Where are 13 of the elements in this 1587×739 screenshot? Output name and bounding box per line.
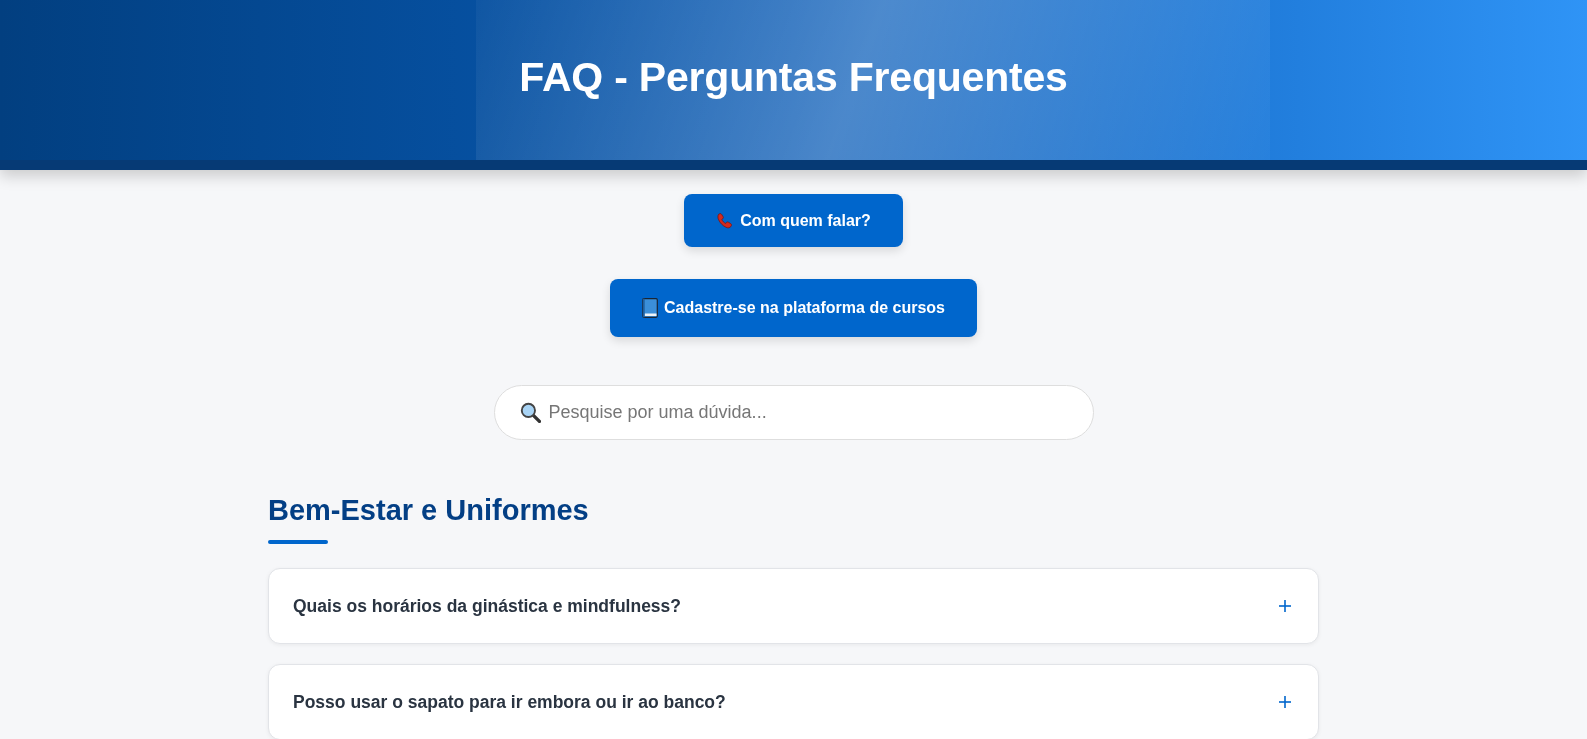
faq-item[interactable]: Posso usar o sapato para ir embora ou ir ao banco? <box>268 664 1319 739</box>
faq-question: Posso usar o sapato para ir embora ou ir ao banco? <box>293 690 726 714</box>
section-heading: Bem-Estar e Uniformes <box>268 493 590 528</box>
book-icon <box>642 298 658 318</box>
search-icon <box>519 402 541 423</box>
phone-icon <box>716 211 735 230</box>
heading-underline <box>268 540 328 544</box>
faq-item[interactable]: Quais os horários da ginástica e mindfulness? <box>268 568 1319 644</box>
contact-button[interactable]: Com quem falar? <box>684 194 903 247</box>
search-field[interactable]: Pesquise por uma dúvida... <box>493 385 1094 440</box>
page-title: FAQ - Perguntas Frequentes <box>519 53 1068 101</box>
faq-question: Quais os horários da ginástica e mindfulness? <box>293 594 682 618</box>
signup-button[interactable]: Cadastre-se na plataforma de cursos <box>610 279 977 337</box>
